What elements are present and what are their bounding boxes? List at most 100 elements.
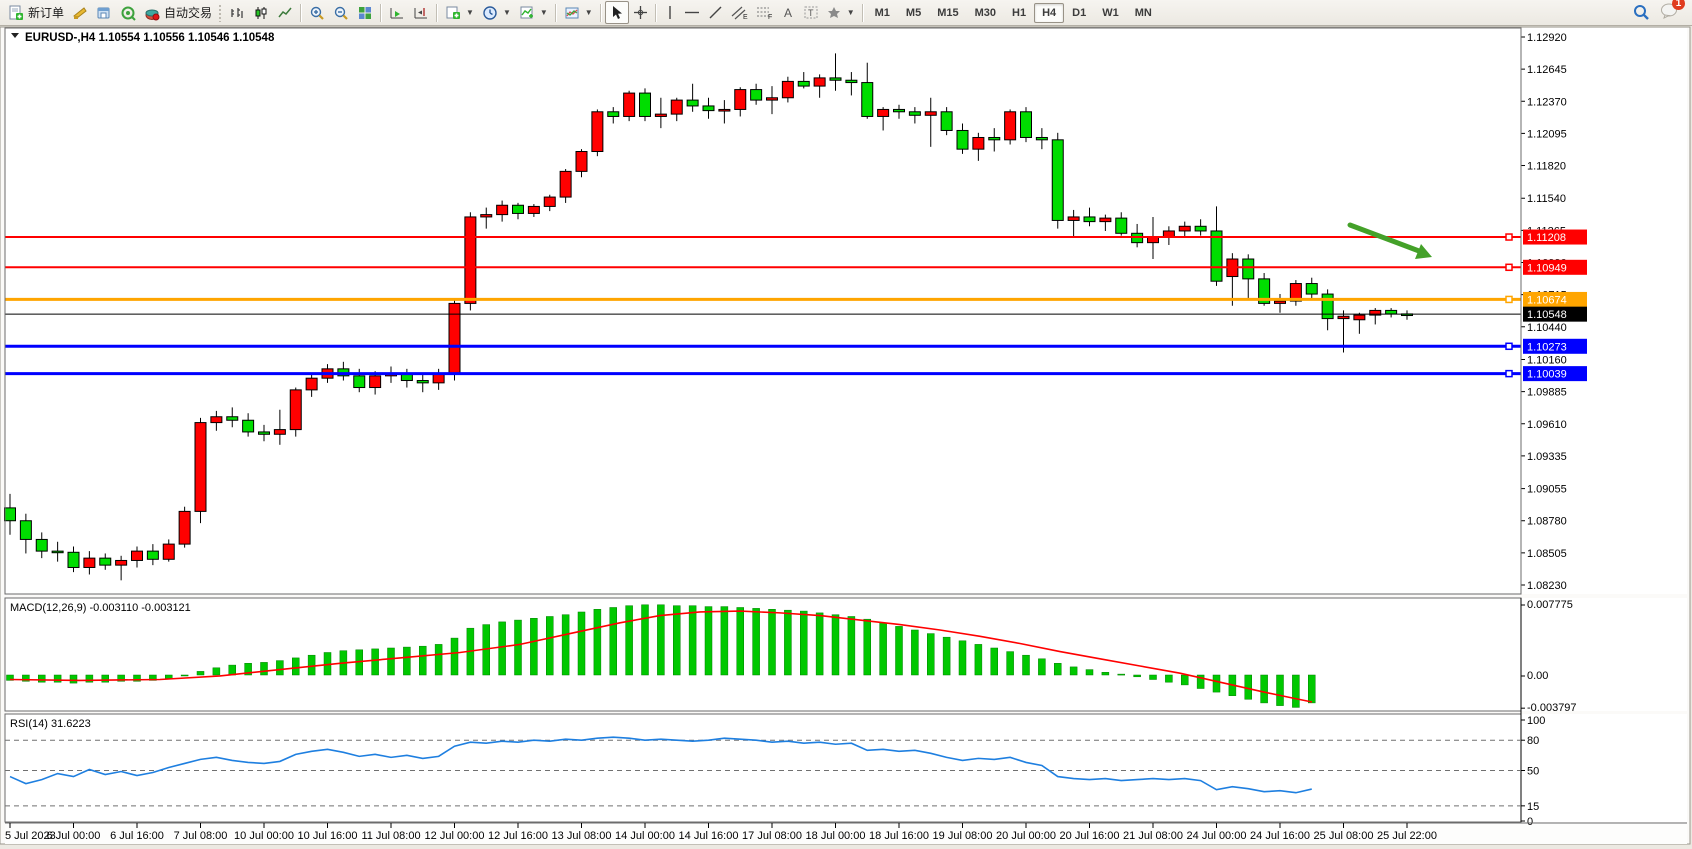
search-icon[interactable] — [1633, 4, 1650, 21]
line-handle[interactable] — [1506, 234, 1512, 240]
cursor-button[interactable] — [605, 1, 629, 24]
candle-bearish — [1036, 137, 1047, 139]
tile-windows-button[interactable] — [353, 2, 377, 23]
text-tool[interactable]: A — [777, 2, 799, 23]
crosshair-button[interactable] — [629, 2, 652, 23]
line-handle[interactable] — [1506, 343, 1512, 349]
macd-histogram-bar — [54, 675, 61, 682]
macd-histogram-bar — [864, 619, 871, 675]
period-selector-button[interactable]: ▼ — [478, 2, 515, 23]
svg-text:E: E — [743, 14, 748, 20]
candle-bullish — [1338, 316, 1349, 318]
trendline-tool[interactable] — [704, 2, 727, 23]
price-axis-label: 1.08505 — [1527, 548, 1567, 560]
macd-histogram-bar — [292, 658, 299, 675]
candle-bullish — [211, 417, 222, 423]
candle-bullish — [163, 544, 174, 559]
notification-badge: 1 — [1672, 0, 1685, 10]
line-handle[interactable] — [1506, 264, 1512, 270]
timeframe-M1[interactable]: M1 — [867, 3, 898, 23]
macd-histogram-bar — [800, 611, 807, 675]
timeframe-MN[interactable]: MN — [1127, 3, 1160, 23]
candle-bearish — [703, 106, 714, 111]
line-handle[interactable] — [1506, 296, 1512, 302]
templates-button[interactable]: ▼ — [560, 2, 597, 23]
macd-histogram-bar — [419, 646, 426, 675]
navigator-button[interactable] — [116, 2, 140, 23]
text-label-tool[interactable]: T — [799, 2, 823, 23]
candle-bullish — [560, 171, 571, 197]
candle-bullish — [481, 215, 492, 217]
timeframe-M5[interactable]: M5 — [898, 3, 929, 23]
market-watch-button[interactable] — [68, 2, 92, 23]
chart-shift-button[interactable] — [409, 2, 433, 23]
macd-histogram-bar — [832, 615, 839, 675]
macd-histogram-bar — [594, 609, 601, 675]
timeframe-M15[interactable]: M15 — [929, 3, 966, 23]
macd-histogram-bar — [1181, 675, 1188, 685]
new-chart-icon — [445, 5, 461, 21]
price-axis-label: 1.11820 — [1527, 161, 1566, 173]
candle-bullish — [878, 109, 889, 116]
candle-bearish — [1195, 226, 1206, 231]
data-window-button[interactable] — [92, 2, 116, 23]
macd-histogram-bar — [1261, 675, 1268, 703]
chart-bars-button[interactable] — [225, 2, 249, 23]
toolbar-separator — [555, 4, 557, 22]
line-handle[interactable] — [1506, 371, 1512, 377]
dropdown-caret: ▼ — [847, 8, 855, 17]
candle-bearish — [5, 508, 16, 521]
chat-button[interactable]: 1 — [1660, 2, 1678, 24]
zoom-out-button[interactable] — [329, 2, 353, 23]
chart-canvas[interactable]: 1.129201.126451.123701.120951.118201.115… — [0, 26, 1692, 849]
macd-histogram-bar — [896, 626, 903, 675]
chart-candles-button[interactable] — [249, 2, 273, 23]
toolbar-separator — [380, 4, 382, 22]
fibonacci-tool[interactable]: F — [752, 2, 777, 23]
timeframe-H4[interactable]: H4 — [1034, 3, 1064, 23]
timeframe-H1[interactable]: H1 — [1004, 3, 1034, 23]
macd-histogram-bar — [546, 616, 553, 675]
equidistant-channel-tool[interactable]: E — [727, 2, 752, 23]
price-axis-label: 1.12370 — [1527, 96, 1567, 108]
main-toolbar: 新订单 自动交易 ▼ ▼ — [0, 0, 1692, 26]
candle-bullish — [195, 423, 206, 512]
macd-histogram-bar — [102, 675, 109, 682]
vertical-line-tool[interactable] — [660, 2, 680, 23]
toolbar-right: 1 — [1633, 2, 1688, 24]
timeframe-M30[interactable]: M30 — [967, 3, 1004, 23]
candle-bullish — [655, 114, 666, 116]
auto-scroll-button[interactable] — [385, 2, 409, 23]
time-axis-label: 19 Jul 08:00 — [933, 830, 993, 842]
indicators-button[interactable]: ▼ — [515, 2, 552, 23]
candle-bearish — [36, 539, 47, 551]
autotrading-button[interactable]: 自动交易 — [140, 2, 216, 23]
candle-bearish — [989, 137, 1000, 139]
macd-histogram-bar — [959, 641, 966, 675]
equidistant-channel-icon: E — [731, 5, 748, 20]
time-axis-label: 20 Jul 00:00 — [996, 830, 1056, 842]
rsi-label: RSI(14) 31.6223 — [10, 718, 91, 730]
zoom-in-button[interactable] — [305, 2, 329, 23]
macd-histogram-bar — [991, 648, 998, 675]
svg-text:T: T — [808, 8, 814, 18]
macd-axis-label: 0.007775 — [1527, 599, 1573, 611]
horizontal-line-tool[interactable] — [680, 2, 704, 23]
candle-bearish — [1322, 294, 1333, 319]
new-chart-button[interactable]: ▼ — [441, 2, 478, 23]
candle-bearish — [608, 112, 619, 117]
macd-histogram-bar — [1308, 675, 1315, 703]
macd-histogram-bar — [499, 622, 506, 675]
candle-bearish — [1021, 112, 1032, 138]
chart-line-button[interactable] — [273, 2, 297, 23]
arrows-tool[interactable]: ▼ — [823, 2, 859, 23]
toolbar-separator — [436, 4, 438, 22]
timeframe-W1[interactable]: W1 — [1094, 3, 1127, 23]
rsi-axis-label: 50 — [1527, 766, 1539, 778]
candle-bullish — [306, 378, 317, 390]
candle-bearish — [909, 112, 920, 116]
new-order-button[interactable]: 新订单 — [4, 2, 68, 23]
chart-shift-icon — [413, 5, 429, 21]
timeframe-D1[interactable]: D1 — [1064, 3, 1094, 23]
candle-bullish — [719, 109, 730, 111]
